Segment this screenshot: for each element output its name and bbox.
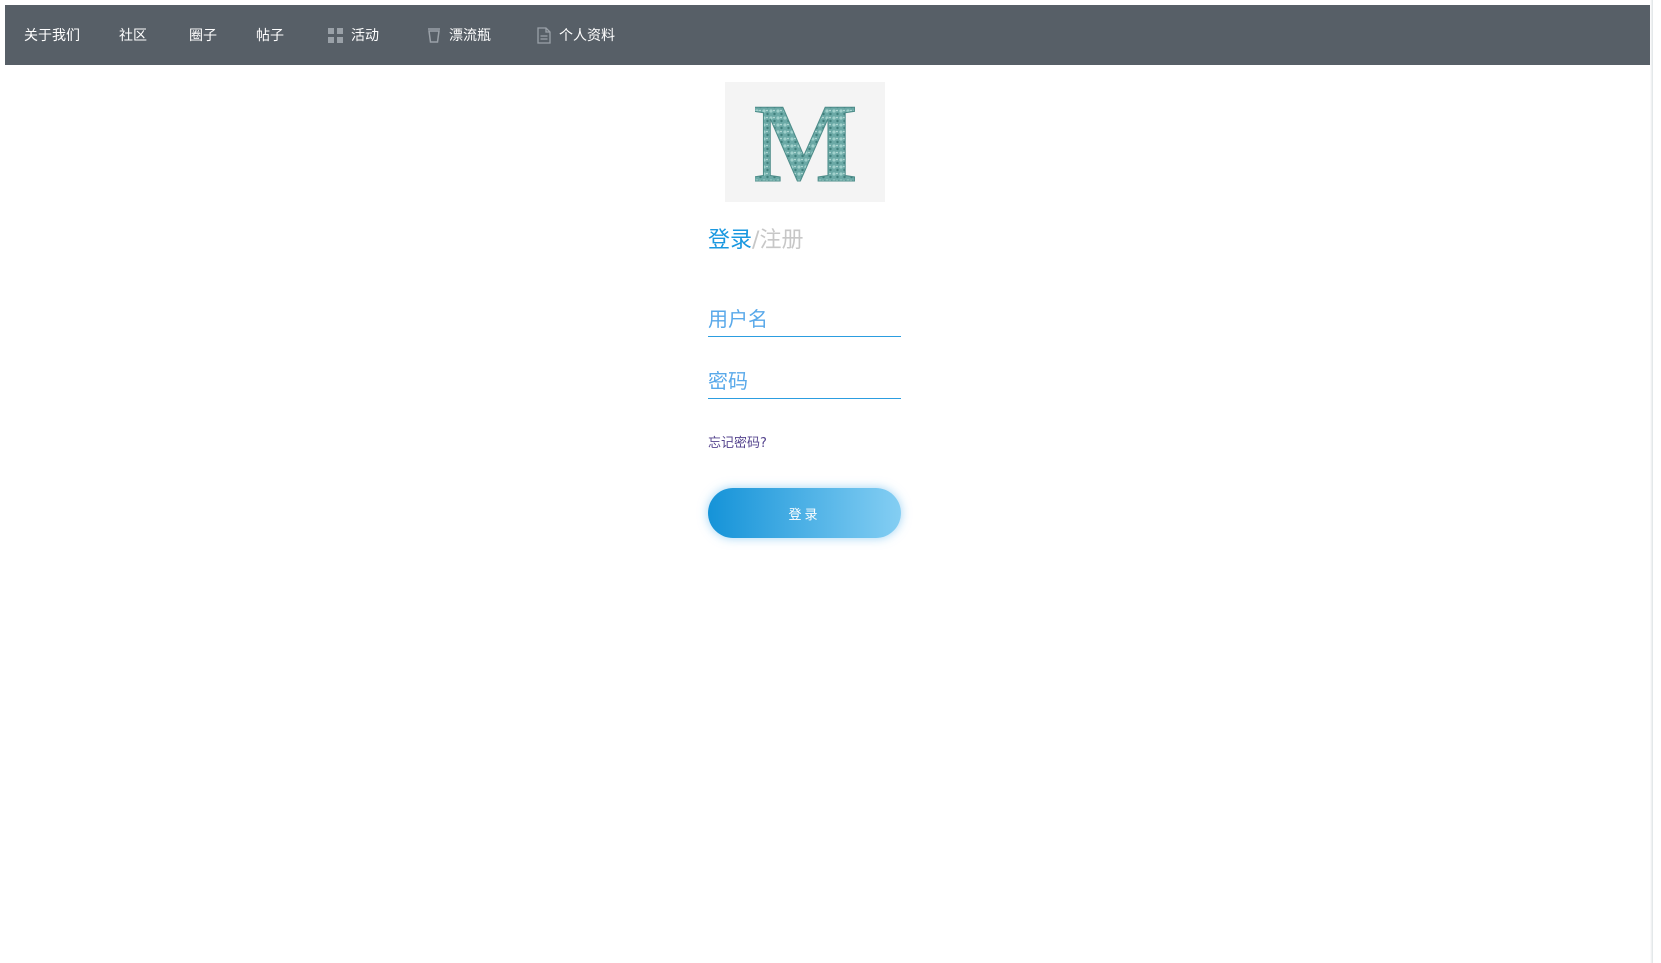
top-navbar: 关于我们 社区 圈子 帖子 活动 漂流瓶 个人资料 bbox=[5, 5, 1650, 65]
forgot-password-link[interactable]: 忘记密码? bbox=[708, 432, 767, 451]
auth-tabs: 登录/注册 bbox=[708, 226, 803, 256]
document-icon bbox=[537, 26, 551, 44]
tab-register[interactable]: 注册 bbox=[759, 228, 803, 253]
logo-letter-m: M bbox=[755, 95, 855, 189]
nav-item-label: 圈子 bbox=[189, 28, 217, 44]
nav-item-profile[interactable]: 个人资料 bbox=[537, 5, 615, 65]
page-edge-shadow bbox=[1650, 0, 1653, 963]
nav-item-label: 活动 bbox=[351, 28, 379, 44]
nav-item-circles[interactable]: 圈子 bbox=[189, 5, 217, 65]
nav-item-label: 漂流瓶 bbox=[449, 28, 491, 44]
site-logo: M bbox=[725, 82, 885, 202]
username-input[interactable] bbox=[708, 302, 901, 337]
login-button[interactable]: 登录 bbox=[708, 488, 901, 538]
nav-item-label: 关于我们 bbox=[24, 28, 80, 44]
nav-item-label: 个人资料 bbox=[559, 28, 615, 44]
nav-item-activities[interactable]: 活动 bbox=[328, 5, 379, 65]
svg-text:M: M bbox=[755, 95, 855, 189]
nav-item-label: 帖子 bbox=[256, 28, 284, 44]
nav-item-posts[interactable]: 帖子 bbox=[256, 5, 284, 65]
nav-item-drift-bottle[interactable]: 漂流瓶 bbox=[427, 5, 491, 65]
tab-login[interactable]: 登录 bbox=[708, 228, 752, 253]
grid-icon bbox=[328, 27, 343, 43]
nav-item-label: 社区 bbox=[119, 28, 147, 44]
cup-icon bbox=[427, 27, 441, 43]
password-input[interactable] bbox=[708, 364, 901, 399]
nav-item-about-us[interactable]: 关于我们 bbox=[24, 5, 80, 65]
nav-item-community[interactable]: 社区 bbox=[119, 5, 147, 65]
